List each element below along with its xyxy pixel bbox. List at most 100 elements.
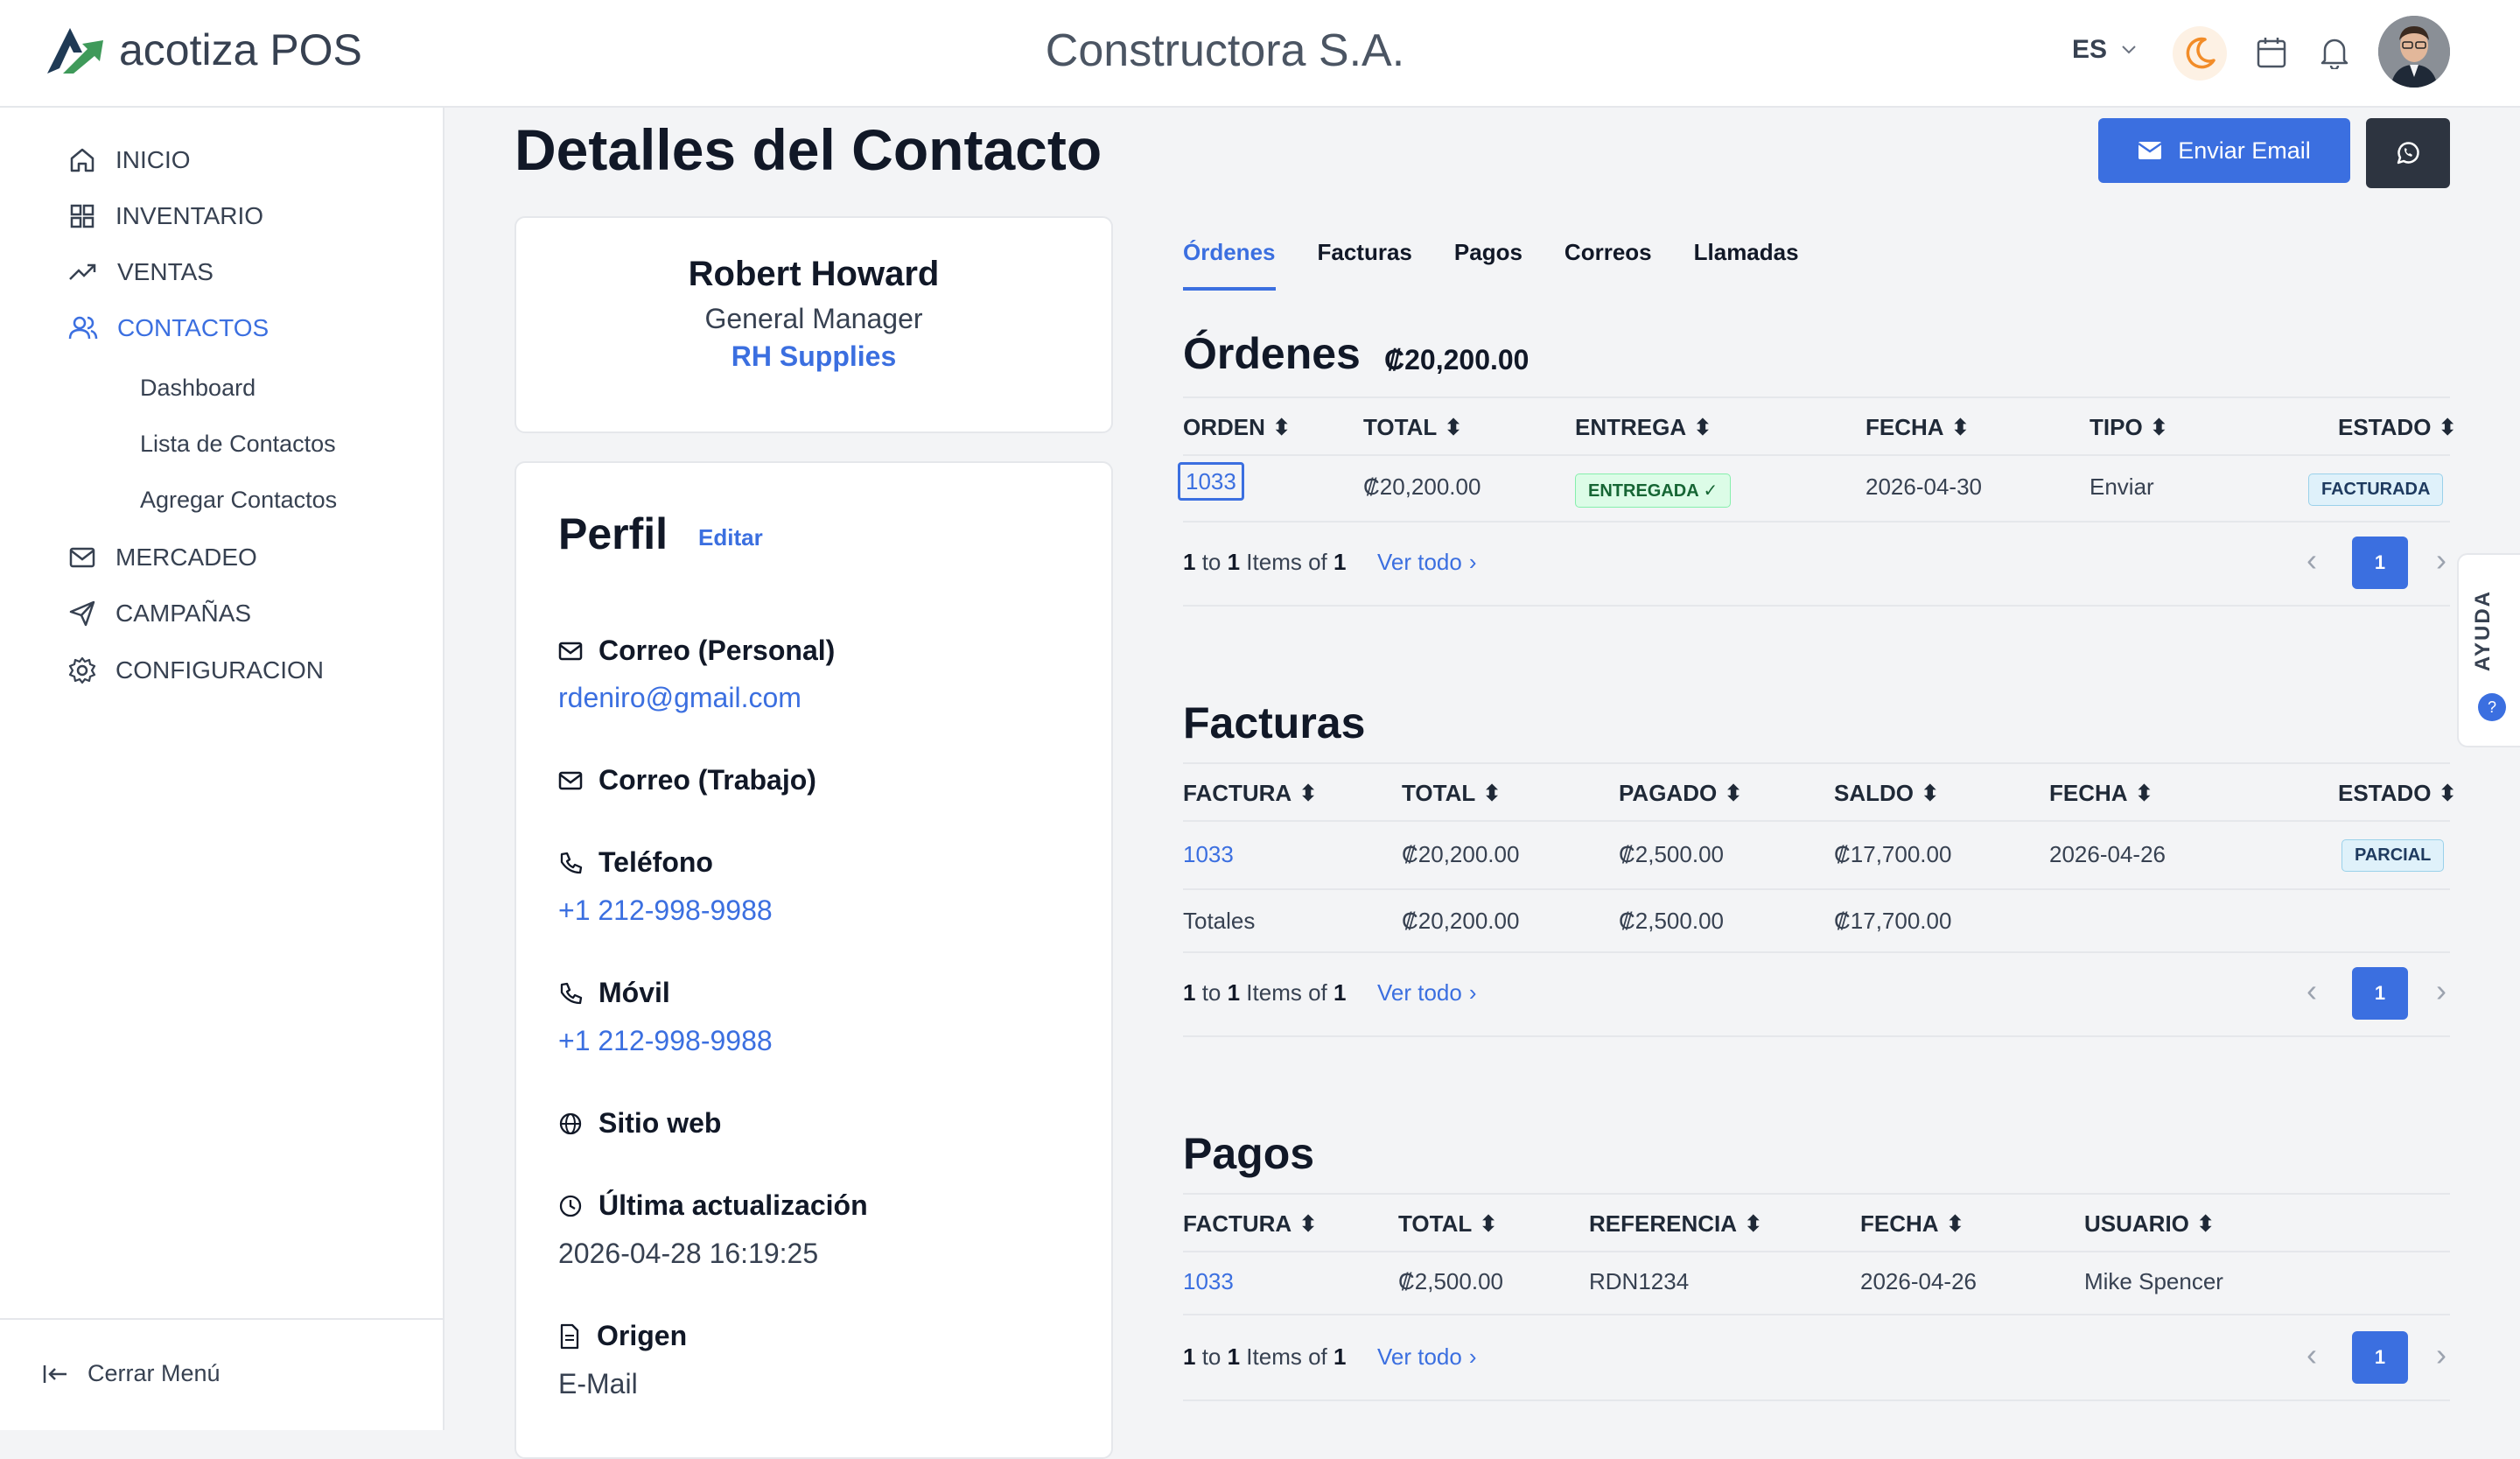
document-icon [560,1323,579,1349]
sidebar-item-ventas[interactable]: VENTAS [68,258,214,286]
column-header-label: REFERENCIA [1589,1210,1738,1237]
moon-icon [2186,37,2216,69]
field-label-text: Correo (Trabajo) [598,764,816,796]
next-page-button[interactable]: › [2436,1336,2446,1373]
column-header-tipo[interactable]: TIPO ⬍ [2090,414,2168,441]
avatar-image [2378,16,2450,88]
sort-icon: ⬍ [2195,1210,2216,1237]
tab-llamadas[interactable]: Llamadas [1694,239,1799,291]
pager-count: 1 [1334,979,1347,1006]
column-header-usuario[interactable]: USUARIO ⬍ [2084,1210,2216,1238]
column-header-estado[interactable]: ESTADO ⬍ [2338,414,2457,441]
column-header-fecha[interactable]: FECHA ⬍ [1860,1210,1964,1238]
field-label-movil: Móvil [558,977,670,1009]
sort-icon: ⬍ [2438,780,2458,806]
field-value-movil[interactable]: +1 212-998-9988 [558,1025,773,1057]
payment-total: ₡2,500.00 [1398,1268,1503,1294]
sidebar-item-mercadeo[interactable]: MERCADEO [68,544,257,572]
pager-to-label: to [1195,549,1228,575]
column-header-fecha[interactable]: FECHA ⬍ [2049,780,2153,807]
theme-toggle-button[interactable] [2173,26,2227,81]
mail-icon [558,771,583,789]
order-type: Enviar [2090,473,2154,500]
sidebar-item-configuracion[interactable]: CONFIGURACION [68,656,324,684]
whatsapp-icon [2397,142,2419,165]
column-header-label: TOTAL [1363,414,1438,440]
sort-icon: ⬍ [1271,414,1292,440]
view-all-link[interactable]: Ver todo › [1377,979,1477,1007]
sidebar-subitem-agregar-contactos[interactable]: Agregar Contactos [140,487,337,514]
edit-profile-link[interactable]: Editar [698,524,763,551]
column-header-factura[interactable]: FACTURA ⬍ [1183,1210,1318,1238]
sidebar-item-inventario[interactable]: INVENTARIO [68,202,263,230]
field-label-text: Origen [597,1320,688,1351]
prev-page-button[interactable]: ‹ [2306,1336,2317,1373]
column-header-total[interactable]: TOTAL ⬍ [1363,414,1463,441]
notifications-button[interactable] [2312,30,2357,75]
language-selector[interactable]: ES [2072,35,2137,65]
tab-ordenes[interactable]: Órdenes [1183,239,1276,291]
invoice-status-badge: PARCIAL [2342,839,2445,872]
whatsapp-button[interactable] [2366,118,2450,188]
order-number-link[interactable]: 1033 [1178,462,1244,501]
field-label-text: Móvil [598,977,670,1008]
tab-correos[interactable]: Correos [1564,239,1652,291]
column-header-fecha[interactable]: FECHA ⬍ [1866,414,1970,441]
column-header-label: PAGADO [1619,780,1718,806]
invoice-number-link[interactable]: 1033 [1183,841,1234,868]
sort-icon: ⬍ [2438,414,2458,440]
view-all-link[interactable]: Ver todo › [1377,549,1477,576]
table-divider [1183,521,2450,523]
page-number-button[interactable]: 1 [2352,967,2408,1020]
sidebar-item-label: CONTACTOS [117,314,270,341]
field-value-telefono[interactable]: +1 212-998-9988 [558,894,773,927]
sidebar-subitem-dashboard[interactable]: Dashboard [140,375,256,402]
close-menu-button[interactable]: Cerrar Menú [42,1360,220,1387]
section-divider [1183,1035,2450,1037]
column-header-pagado[interactable]: PAGADO ⬍ [1619,780,1743,807]
trend-up-icon [69,263,96,280]
send-email-button[interactable]: Enviar Email [2098,118,2350,183]
field-value-correo-personal[interactable]: rdeniro@gmail.com [558,682,802,714]
field-label-text: Correo (Personal) [598,635,836,666]
prev-page-button[interactable]: ‹ [2306,542,2317,579]
pager-from: 1 [1183,549,1196,575]
view-all-link[interactable]: Ver todo › [1377,1343,1477,1371]
column-header-orden[interactable]: ORDEN ⬍ [1183,414,1292,441]
page-number-button[interactable]: 1 [2352,1331,2408,1384]
home-icon [70,148,94,172]
tab-facturas[interactable]: Facturas [1318,239,1412,291]
sidebar-item-inicio[interactable]: INICIO [68,146,191,174]
help-tab[interactable]: AYUDA ? [2457,553,2520,747]
contact-company-link[interactable]: RH Supplies [516,340,1111,373]
column-header-label: ESTADO [2338,414,2432,440]
sidebar-item-contactos[interactable]: CONTACTOS [68,314,269,342]
payment-invoice-link[interactable]: 1033 [1183,1268,1234,1295]
pager-to: 1 [1227,549,1241,575]
column-header-total[interactable]: TOTAL ⬍ [1398,1210,1498,1238]
column-header-saldo[interactable]: SALDO ⬍ [1834,780,1940,807]
users-icon [68,316,98,340]
column-header-referencia[interactable]: REFERENCIA ⬍ [1589,1210,1763,1238]
sidebar-item-campanas[interactable]: CAMPAÑAS [68,600,251,628]
column-header-estado[interactable]: ESTADO ⬍ [2338,780,2457,807]
calendar-button[interactable] [2249,30,2294,75]
column-header-total[interactable]: TOTAL ⬍ [1402,780,1502,807]
contact-role: General Manager [704,303,923,334]
column-header-entrega[interactable]: ENTREGA ⬍ [1575,414,1712,441]
page-number-button[interactable]: 1 [2352,537,2408,589]
sidebar-subitem-lista-contactos[interactable]: Lista de Contactos [140,431,336,458]
table-divider [1183,454,2450,456]
column-header-label: TOTAL [1398,1210,1473,1237]
table-divider [1183,820,2450,822]
next-page-button[interactable]: › [2436,972,2446,1009]
column-header-label: ESTADO [2338,780,2432,806]
next-page-button[interactable]: › [2436,542,2446,579]
column-header-factura[interactable]: FACTURA ⬍ [1183,780,1318,807]
prev-page-button[interactable]: ‹ [2306,972,2317,1009]
tab-pagos[interactable]: Pagos [1454,239,1522,291]
sort-icon: ⬍ [1921,780,1940,806]
view-all-label: Ver todo [1377,1343,1462,1370]
sort-icon: ⬍ [1724,780,1743,806]
user-avatar[interactable] [2378,16,2450,88]
